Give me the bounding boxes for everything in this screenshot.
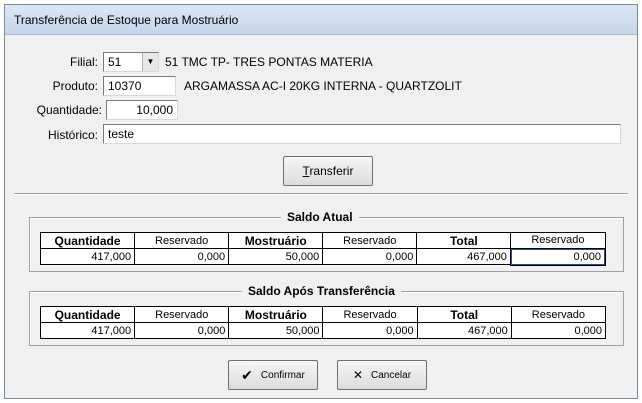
header-reservado: Reservado	[322, 232, 418, 249]
transferir-label: Transferir	[302, 164, 354, 178]
produto-value: 10370	[108, 79, 142, 93]
cell-mostruario[interactable]: 50,000	[228, 248, 324, 265]
title-bar: Transferência de Estoque para Mostruário	[5, 5, 637, 35]
header-quantidade: Quantidade	[39, 306, 136, 323]
produto-input[interactable]: 10370	[103, 76, 176, 96]
cancel-x-icon: ✕	[352, 368, 364, 382]
saldo-atual-group: Saldo Atual Quantidade Reservado Mostruá…	[29, 210, 624, 272]
cell-reservado[interactable]: 0,000	[134, 248, 230, 265]
header-total: Total	[416, 306, 512, 323]
filial-label: Filial:	[69, 55, 98, 69]
header-reservado: Reservado	[322, 306, 418, 323]
historico-input[interactable]: teste	[103, 124, 621, 144]
table-row: 417,000 0,000 50,000 0,000 467,000 0,000	[39, 322, 607, 339]
header-reservado: Reservado	[134, 306, 230, 323]
header-mostruario: Mostruário	[228, 232, 324, 249]
window-title: Transferência de Estoque para Mostruário	[14, 13, 239, 27]
saldo-atual-title: Saldo Atual	[281, 210, 359, 224]
confirmar-label: Confirmar	[260, 369, 305, 381]
table-row: 417,000 0,000 50,000 0,000 467,000 0,000	[39, 247, 607, 266]
header-total: Total	[416, 232, 512, 249]
header-reservado: Reservado	[134, 232, 230, 249]
cell-quantidade[interactable]: 417,000	[39, 322, 136, 339]
cell-total[interactable]: 467,000	[416, 248, 512, 265]
cancelar-button[interactable]: ✕ Cancelar	[337, 360, 427, 390]
header-mostruario: Mostruário	[228, 306, 324, 323]
cell-reservado[interactable]: 0,000	[322, 248, 418, 265]
filial-name: 51 TMC TP- TRES PONTAS MATERIA	[165, 55, 373, 69]
historico-label: Histórico:	[47, 128, 98, 142]
saldo-apos-group: Saldo Após Transferência Quantidade Rese…	[29, 284, 624, 346]
produto-label: Produto:	[52, 79, 98, 93]
quantidade-value: 10,000	[136, 103, 173, 117]
transferir-button[interactable]: Transferir	[283, 156, 373, 186]
cell-reservado-selected[interactable]: 0,000	[509, 247, 607, 266]
filial-combo[interactable]: 51 ▼	[103, 52, 159, 72]
cancelar-label: Cancelar	[371, 369, 412, 381]
transfer-dialog: Transferência de Estoque para Mostruário…	[4, 4, 638, 399]
historico-value: teste	[108, 127, 135, 141]
saldo-apos-title: Saldo Após Transferência	[242, 284, 401, 298]
cell-reservado[interactable]: 0,000	[322, 322, 418, 339]
header-reservado: Reservado	[510, 232, 606, 249]
quantidade-label: Quantidade:	[36, 103, 102, 117]
filial-value: 51	[108, 55, 122, 69]
header-reservado: Reservado	[510, 306, 607, 323]
produto-description: ARGAMASSA AC-I 20KG INTERNA - QUARTZOLIT	[184, 79, 462, 93]
chevron-down-icon[interactable]: ▼	[142, 53, 158, 71]
confirmar-button[interactable]: ✔ Confirmar	[228, 360, 318, 390]
check-icon: ✔	[241, 366, 253, 383]
saldo-apos-table: Quantidade Reservado Mostruário Reservad…	[39, 306, 607, 339]
cell-reservado[interactable]: 0,000	[134, 322, 230, 339]
saldo-atual-table: Quantidade Reservado Mostruário Reservad…	[39, 232, 607, 266]
cell-reservado[interactable]: 0,000	[510, 322, 607, 339]
header-quantidade: Quantidade	[39, 232, 136, 249]
separator	[14, 193, 628, 195]
cell-quantidade[interactable]: 417,000	[39, 248, 136, 265]
cell-mostruario[interactable]: 50,000	[228, 322, 324, 339]
cell-total[interactable]: 467,000	[416, 322, 512, 339]
quantidade-input[interactable]: 10,000	[106, 100, 178, 120]
dialog-body: Filial: 51 ▼ 51 TMC TP- TRES PONTAS MATE…	[14, 36, 628, 395]
